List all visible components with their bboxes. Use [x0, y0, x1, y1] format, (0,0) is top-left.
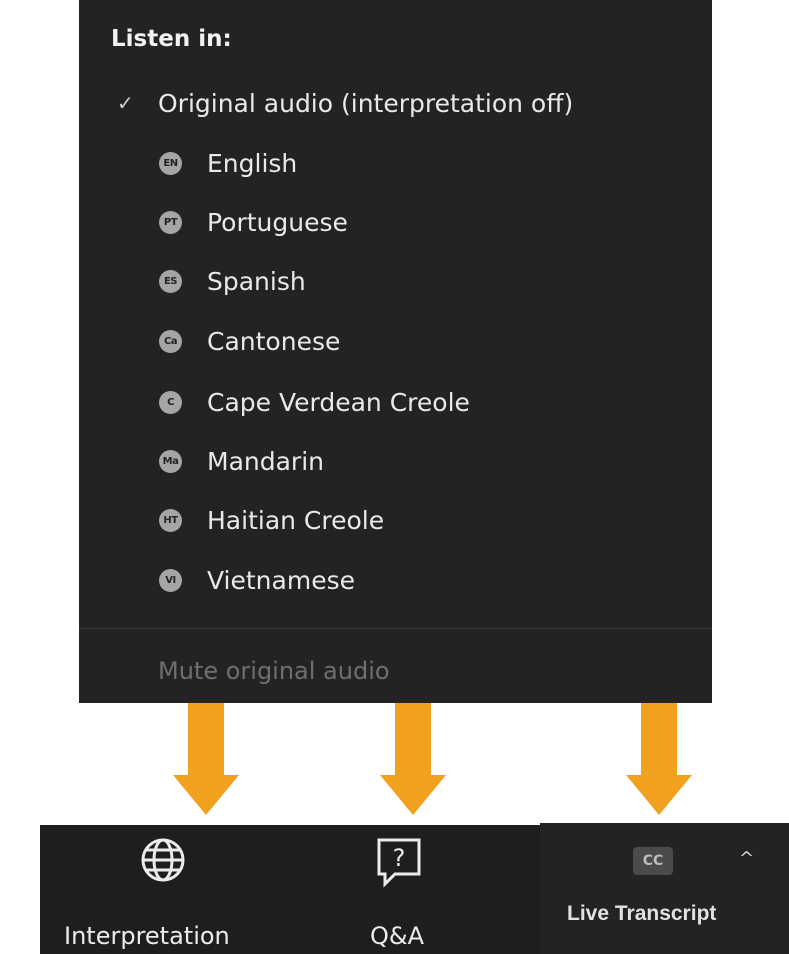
checkmark-icon: ✓ — [117, 91, 134, 115]
menu-item-cape-verdean-creole[interactable]: C Cape Verdean Creole — [79, 377, 712, 427]
menu-item-haitian-creole[interactable]: HT Haitian Creole — [79, 495, 712, 545]
live-transcript-label: Live Transcript — [567, 902, 717, 925]
interpretation-menu: Listen in: ✓ Original audio (interpretat… — [79, 0, 712, 703]
question-bubble-icon: ? — [377, 838, 421, 888]
menu-item-label: Original audio (interpretation off) — [158, 88, 574, 118]
menu-item-original-audio[interactable]: ✓ Original audio (interpretation off) — [79, 78, 712, 128]
menu-item-label: Cantonese — [207, 326, 341, 356]
language-badge-icon: C — [159, 390, 182, 414]
menu-item-cantonese[interactable]: Ca Cantonese — [79, 316, 712, 366]
closed-caption-icon: CC — [633, 847, 673, 875]
menu-item-mandarin[interactable]: Ma Mandarin — [79, 436, 712, 486]
menu-divider — [79, 628, 712, 629]
menu-item-label: Spanish — [207, 266, 306, 296]
interpretation-button[interactable]: Interpretation — [60, 830, 300, 954]
language-badge-icon: HT — [159, 508, 182, 532]
mute-original-audio-item: Mute original audio — [158, 657, 390, 685]
menu-title: Listen in: — [111, 26, 232, 52]
menu-item-portuguese[interactable]: PT Portuguese — [79, 197, 712, 247]
menu-item-label: English — [207, 148, 298, 178]
qa-button[interactable]: ? Q&A — [360, 830, 470, 954]
arrow-down-icon — [173, 703, 239, 815]
interpretation-label: Interpretation — [64, 922, 230, 950]
arrow-down-icon — [626, 703, 692, 815]
language-badge-icon: EN — [159, 151, 182, 175]
globe-icon — [141, 838, 185, 882]
language-badge-icon: Ca — [159, 329, 182, 353]
question-mark-glyph: ? — [393, 844, 406, 872]
menu-item-vietnamese[interactable]: VI Vietnamese — [79, 555, 712, 605]
language-badge-icon: ES — [159, 269, 182, 293]
menu-item-label: Mandarin — [207, 446, 324, 476]
menu-item-label: Portuguese — [207, 207, 348, 237]
language-badge-icon: Ma — [159, 449, 182, 473]
menu-item-label: Cape Verdean Creole — [207, 387, 470, 417]
chevron-up-icon[interactable]: ^ — [739, 848, 754, 869]
menu-item-spanish[interactable]: ES Spanish — [79, 256, 712, 306]
qa-label: Q&A — [370, 922, 425, 950]
language-badge-icon: VI — [159, 568, 182, 592]
menu-item-label: Vietnamese — [207, 565, 355, 595]
language-badge-icon: PT — [159, 210, 182, 234]
menu-item-english[interactable]: EN English — [79, 138, 712, 188]
menu-item-label: Haitian Creole — [207, 505, 385, 535]
arrow-down-icon — [380, 703, 446, 815]
